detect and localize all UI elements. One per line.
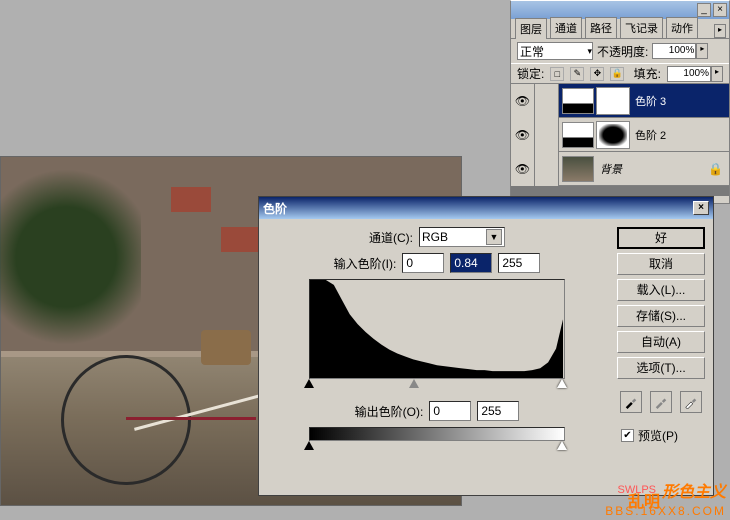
input-levels-label: 输入色阶(I): bbox=[334, 255, 397, 272]
layer-label: 背景 bbox=[600, 161, 622, 177]
input-gamma-field[interactable]: 0.84 bbox=[450, 253, 492, 273]
chevron-down-icon: ▾ bbox=[587, 46, 592, 57]
panel-menu-icon[interactable]: ▸ bbox=[714, 24, 726, 38]
layer-item[interactable]: 👁 色阶 2 bbox=[511, 118, 729, 152]
chevron-right-icon[interactable]: ▸ bbox=[711, 66, 723, 82]
channel-label: 通道(C): bbox=[369, 229, 413, 246]
output-slider[interactable] bbox=[307, 441, 567, 453]
close-icon[interactable]: × bbox=[713, 3, 727, 17]
photo-foliage bbox=[0, 157, 141, 357]
layer-list: 👁 色阶 3 👁 色阶 2 👁 背景 🔒 bbox=[511, 84, 729, 196]
tab-paths[interactable]: 路径 bbox=[585, 17, 617, 38]
lock-all-icon[interactable]: 🔒 bbox=[610, 67, 624, 81]
layers-panel: _ × 图层 通道 路径 飞记录 动作 ▸ 正常 ▾ 不透明度: 100% ▸ … bbox=[510, 0, 730, 204]
preview-checkbox[interactable]: ✔ 预览(P) bbox=[621, 427, 705, 444]
input-white-field[interactable]: 255 bbox=[498, 253, 540, 273]
blend-mode-select[interactable]: 正常 ▾ bbox=[517, 42, 593, 60]
cancel-button[interactable]: 取消 bbox=[617, 253, 705, 275]
output-white-field[interactable]: 255 bbox=[477, 401, 519, 421]
lock-fill-row: 锁定: □ ✎ ✥ 🔒 填充: 100% ▸ bbox=[511, 63, 729, 84]
photo-brick bbox=[221, 227, 261, 252]
opacity-spinner[interactable]: 100% ▸ bbox=[652, 43, 708, 59]
fill-value[interactable]: 100% bbox=[667, 66, 711, 82]
output-white-handle[interactable] bbox=[557, 441, 567, 450]
black-point-handle[interactable] bbox=[304, 379, 314, 388]
eyedropper-group bbox=[617, 391, 705, 413]
dialog-title: 色阶 bbox=[263, 200, 287, 217]
opacity-value[interactable]: 100% bbox=[652, 43, 696, 59]
photo-brick bbox=[171, 187, 211, 212]
histogram bbox=[309, 279, 565, 379]
tab-history[interactable]: 飞记录 bbox=[620, 17, 663, 38]
load-button[interactable]: 载入(L)... bbox=[617, 279, 705, 301]
options-button[interactable]: 选项(T)... bbox=[617, 357, 705, 379]
preview-label: 预览(P) bbox=[638, 427, 678, 444]
lock-move-icon[interactable]: ✥ bbox=[590, 67, 604, 81]
output-black-field[interactable]: 0 bbox=[429, 401, 471, 421]
output-levels-label: 输出色阶(O): bbox=[355, 403, 424, 420]
visibility-eye-icon[interactable]: 👁 bbox=[511, 84, 535, 118]
blend-opacity-row: 正常 ▾ 不透明度: 100% ▸ bbox=[511, 39, 729, 63]
mask-thumb[interactable] bbox=[597, 88, 629, 114]
mask-thumb[interactable] bbox=[597, 122, 629, 148]
save-button[interactable]: 存储(S)... bbox=[617, 305, 705, 327]
lock-brush-icon[interactable]: ✎ bbox=[570, 67, 584, 81]
black-eyedropper-icon[interactable] bbox=[620, 391, 642, 413]
blend-mode-value: 正常 bbox=[520, 43, 544, 60]
lock-transparency-icon[interactable]: □ bbox=[550, 67, 564, 81]
dialog-titlebar[interactable]: 色阶 × bbox=[259, 197, 713, 219]
chevron-right-icon[interactable]: ▸ bbox=[696, 43, 708, 59]
output-gradient bbox=[309, 427, 565, 441]
layer-link-cell[interactable] bbox=[535, 118, 559, 152]
gray-eyedropper-icon[interactable] bbox=[650, 391, 672, 413]
lock-icon: 🔒 bbox=[708, 162, 723, 176]
chevron-down-icon: ▼ bbox=[486, 229, 502, 245]
photo-bicycle-basket bbox=[201, 330, 251, 365]
tab-layers[interactable]: 图层 bbox=[515, 18, 547, 39]
layer-link-cell[interactable] bbox=[535, 152, 559, 186]
output-black-handle[interactable] bbox=[304, 441, 314, 450]
minimize-icon[interactable]: _ bbox=[697, 3, 711, 17]
tab-channels[interactable]: 通道 bbox=[550, 17, 582, 38]
auto-button[interactable]: 自动(A) bbox=[617, 331, 705, 353]
input-black-field[interactable]: 0 bbox=[402, 253, 444, 273]
layer-item[interactable]: 👁 色阶 3 bbox=[511, 84, 729, 118]
input-levels-row: 输入色阶(I): 0 0.84 255 bbox=[267, 253, 607, 273]
close-icon[interactable]: × bbox=[693, 201, 709, 215]
ok-button[interactable]: 好 bbox=[617, 227, 705, 249]
visibility-eye-icon[interactable]: 👁 bbox=[511, 118, 535, 152]
visibility-eye-icon[interactable]: 👁 bbox=[511, 152, 535, 186]
watermark-text: 形色主义 bbox=[662, 478, 726, 502]
white-eyedropper-icon[interactable] bbox=[680, 391, 702, 413]
adjustment-thumb[interactable] bbox=[562, 122, 594, 148]
layer-label: 色阶 3 bbox=[635, 93, 666, 109]
lock-label: 锁定: bbox=[517, 65, 544, 82]
layer-label: 色阶 2 bbox=[635, 127, 666, 143]
channel-select[interactable]: RGB ▼ bbox=[419, 227, 505, 247]
output-levels-row: 输出色阶(O): 0 255 bbox=[267, 401, 607, 421]
fill-label: 填充: bbox=[634, 65, 661, 82]
white-point-handle[interactable] bbox=[557, 379, 567, 388]
checkbox-checked-icon[interactable]: ✔ bbox=[621, 429, 634, 442]
fill-spinner[interactable]: 100% ▸ bbox=[667, 66, 723, 82]
photo-bicycle-frame bbox=[126, 417, 256, 420]
channel-value: RGB bbox=[422, 230, 448, 244]
layer-link-cell[interactable] bbox=[535, 84, 559, 118]
levels-dialog: 色阶 × 通道(C): RGB ▼ 输入色阶(I): 0 0.84 255 bbox=[258, 196, 714, 496]
panel-tabs: 图层 通道 路径 飞记录 动作 ▸ bbox=[511, 19, 729, 39]
layer-item[interactable]: 👁 背景 🔒 bbox=[511, 152, 729, 186]
layer-thumb[interactable] bbox=[562, 156, 594, 182]
channel-row: 通道(C): RGB ▼ bbox=[267, 227, 607, 247]
adjustment-thumb[interactable] bbox=[562, 88, 594, 114]
opacity-label: 不透明度: bbox=[597, 43, 648, 60]
input-slider[interactable] bbox=[307, 379, 567, 391]
watermark-text: BBS.16XX8.COM bbox=[605, 504, 726, 518]
gamma-handle[interactable] bbox=[409, 379, 419, 388]
tab-actions[interactable]: 动作 bbox=[666, 17, 698, 38]
